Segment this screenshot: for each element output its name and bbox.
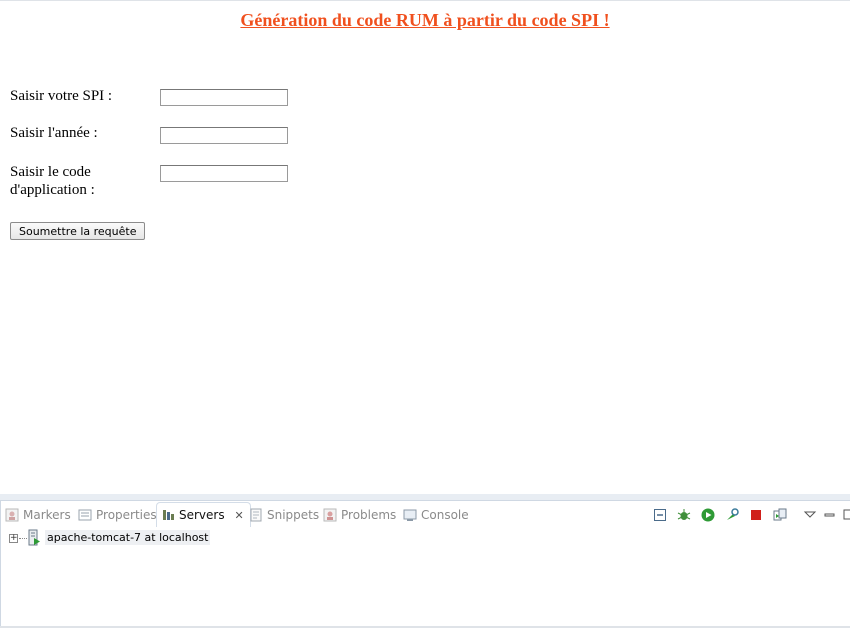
spi-input[interactable] bbox=[160, 89, 288, 106]
properties-icon bbox=[78, 509, 92, 521]
code-application-input[interactable] bbox=[160, 165, 288, 182]
view-menu-icon[interactable] bbox=[803, 508, 817, 522]
close-icon[interactable]: ✕ bbox=[234, 509, 243, 522]
spi-label: Saisir votre SPI : bbox=[10, 88, 113, 104]
debug-server-icon[interactable] bbox=[677, 508, 691, 522]
publish-icon[interactable] bbox=[773, 508, 787, 522]
start-server-icon[interactable] bbox=[701, 508, 715, 522]
tab-label: Properties bbox=[96, 508, 157, 522]
problems-icon bbox=[323, 508, 337, 522]
tab-label: Markers bbox=[23, 508, 71, 522]
annee-input[interactable] bbox=[160, 127, 288, 144]
profile-server-icon[interactable] bbox=[725, 508, 739, 522]
tree-connector bbox=[19, 538, 27, 539]
submit-button[interactable]: Soumettre la requête bbox=[10, 222, 146, 240]
tab-properties[interactable]: Properties bbox=[78, 504, 157, 526]
servers-panel: Markers Properties Servers ✕ Snippets Pr… bbox=[0, 500, 850, 628]
tab-label: Snippets bbox=[267, 508, 320, 522]
page-title: Génération du code RUM à partir du code … bbox=[240, 10, 610, 30]
tab-problems[interactable]: Problems bbox=[323, 504, 396, 526]
tab-markers[interactable]: Markers bbox=[5, 504, 71, 526]
tab-snippets[interactable]: Snippets bbox=[249, 504, 319, 526]
maximize-icon[interactable] bbox=[843, 508, 850, 522]
code-application-label: Saisir le code d'application : bbox=[10, 164, 95, 198]
servers-tree: + apache-tomcat-7 at localhost bbox=[9, 529, 309, 549]
tab-label: Console bbox=[421, 508, 469, 522]
console-icon bbox=[403, 509, 417, 521]
expand-icon[interactable]: + bbox=[9, 534, 18, 543]
annee-label: Saisir l'année : bbox=[10, 125, 98, 141]
tab-label: Problems bbox=[341, 508, 397, 522]
tree-item-server[interactable]: + apache-tomcat-7 at localhost bbox=[9, 529, 309, 549]
tab-servers[interactable]: Servers ✕ bbox=[156, 502, 251, 527]
collapse-all-icon[interactable] bbox=[653, 508, 667, 522]
server-icon bbox=[28, 529, 40, 546]
markers-icon bbox=[5, 508, 19, 522]
snippets-icon bbox=[250, 508, 262, 522]
tab-label: Servers bbox=[179, 508, 225, 522]
server-label: apache-tomcat-7 at localhost bbox=[45, 530, 211, 545]
tab-console[interactable]: Console bbox=[403, 504, 469, 526]
servers-icon bbox=[163, 510, 174, 520]
stop-server-icon[interactable] bbox=[749, 508, 763, 522]
tab-bar: Markers Properties Servers ✕ Snippets Pr… bbox=[1, 501, 850, 527]
minimize-icon[interactable] bbox=[823, 508, 837, 522]
browser-page: Génération du code RUM à partir du code … bbox=[0, 0, 850, 494]
